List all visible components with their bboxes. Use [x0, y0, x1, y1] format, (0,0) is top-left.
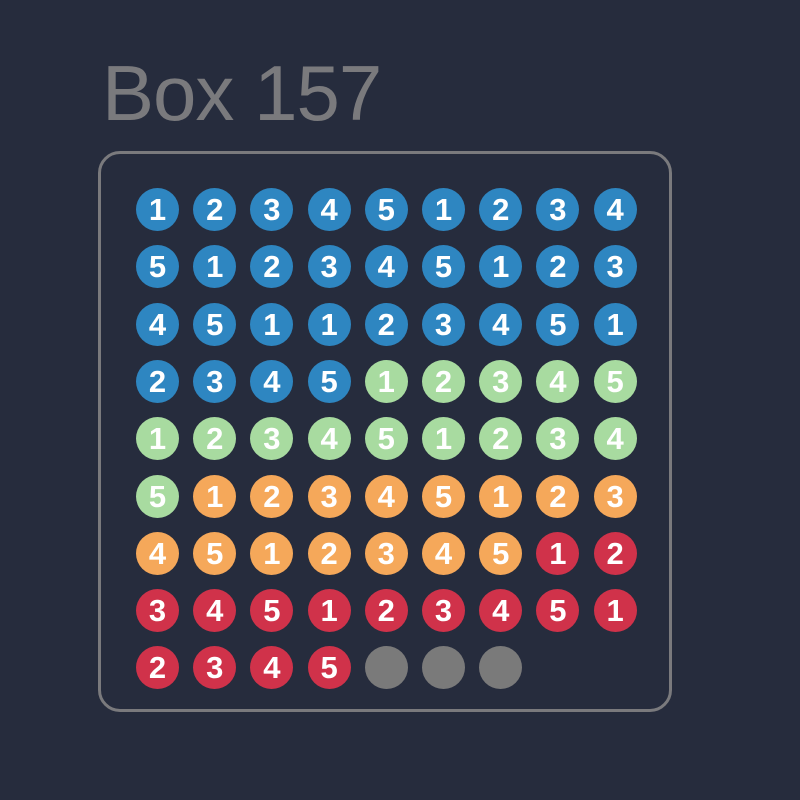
- slot-blue-3[interactable]: 3: [422, 302, 465, 346]
- slot-green-2[interactable]: 2: [479, 417, 523, 461]
- slot-green-3[interactable]: 3: [250, 417, 294, 461]
- slot-empty[interactable]: [364, 646, 408, 690]
- slot-blue-5[interactable]: 5: [193, 302, 237, 346]
- slot-green-5[interactable]: 5: [136, 474, 179, 518]
- slot-green-2[interactable]: 2: [193, 417, 237, 461]
- slot-blue-4[interactable]: 4: [307, 188, 351, 231]
- slot-orange-2[interactable]: 2: [307, 531, 351, 575]
- slot-blue-5[interactable]: 5: [422, 245, 465, 289]
- slot-green-1[interactable]: 1: [422, 417, 465, 461]
- slot-red-4[interactable]: 4: [193, 589, 237, 633]
- slot-blue-4[interactable]: 4: [250, 359, 294, 403]
- page: Box 157 12345123451234512345112345123451…: [0, 0, 800, 800]
- slot-orange-3[interactable]: 3: [307, 474, 351, 518]
- slot-empty[interactable]: [479, 646, 523, 690]
- slot-green-4[interactable]: 4: [307, 417, 351, 461]
- slot-orange-3[interactable]: 3: [364, 531, 408, 575]
- slot-orange-3[interactable]: 3: [593, 474, 637, 518]
- slot-blue-5[interactable]: 5: [136, 245, 179, 289]
- slot-orange-4[interactable]: 4: [136, 531, 179, 575]
- slot-orange-1[interactable]: 1: [193, 474, 237, 518]
- slot-blue-5[interactable]: 5: [364, 188, 408, 231]
- slot-orange-5[interactable]: 5: [422, 474, 465, 518]
- slot-red-1[interactable]: 1: [307, 589, 351, 633]
- slot-orange-1[interactable]: 1: [479, 474, 523, 518]
- slot-blue-4[interactable]: 4: [593, 188, 637, 231]
- slot-red-3[interactable]: 3: [193, 646, 237, 690]
- slot-blue-4[interactable]: 4: [479, 302, 523, 346]
- slot-green-1[interactable]: 1: [136, 417, 179, 461]
- slot-green-3[interactable]: 3: [479, 359, 523, 403]
- slot-red-1[interactable]: 1: [536, 531, 580, 575]
- slot-red-5[interactable]: 5: [536, 589, 580, 633]
- slot-orange-4[interactable]: 4: [422, 531, 465, 575]
- slot-orange-5[interactable]: 5: [193, 531, 237, 575]
- slot-blue-2[interactable]: 2: [364, 302, 408, 346]
- slot-blue-1[interactable]: 1: [479, 245, 523, 289]
- slot-blue-1[interactable]: 1: [193, 245, 237, 289]
- slot-green-1[interactable]: 1: [364, 359, 408, 403]
- slot-orange-5[interactable]: 5: [479, 531, 523, 575]
- slot-green-5[interactable]: 5: [593, 359, 637, 403]
- slot-red-3[interactable]: 3: [136, 589, 179, 633]
- slot-red-1[interactable]: 1: [593, 589, 637, 633]
- slot-green-2[interactable]: 2: [422, 359, 465, 403]
- slot-blue-5[interactable]: 5: [307, 359, 351, 403]
- slot-blue-1[interactable]: 1: [136, 188, 179, 231]
- slot-blue-1[interactable]: 1: [422, 188, 465, 231]
- slot-blue-2[interactable]: 2: [536, 245, 580, 289]
- slot-orange-1[interactable]: 1: [250, 531, 294, 575]
- slot-red-4[interactable]: 4: [250, 646, 294, 690]
- slot-red-4[interactable]: 4: [479, 589, 523, 633]
- slot-red-3[interactable]: 3: [422, 589, 465, 633]
- slot-orange-4[interactable]: 4: [364, 474, 408, 518]
- slot-blue-4[interactable]: 4: [136, 302, 179, 346]
- slot-blue-3[interactable]: 3: [193, 359, 237, 403]
- slot-blue-1[interactable]: 1: [307, 302, 351, 346]
- slot-blue-3[interactable]: 3: [593, 245, 637, 289]
- slot-blue-2[interactable]: 2: [250, 245, 294, 289]
- slot-blue-1[interactable]: 1: [593, 302, 637, 346]
- slot-blue-4[interactable]: 4: [364, 245, 408, 289]
- slot-blue-2[interactable]: 2: [136, 359, 179, 403]
- slot-empty[interactable]: [422, 646, 465, 690]
- slot-green-5[interactable]: 5: [364, 417, 408, 461]
- slot-orange-2[interactable]: 2: [250, 474, 294, 518]
- slot-blue-1[interactable]: 1: [250, 302, 294, 346]
- slot-blue-2[interactable]: 2: [479, 188, 523, 231]
- slot-blue-3[interactable]: 3: [250, 188, 294, 231]
- slot-blue-3[interactable]: 3: [307, 245, 351, 289]
- slot-red-2[interactable]: 2: [593, 531, 637, 575]
- slot-red-2[interactable]: 2: [136, 646, 179, 690]
- slot-orange-2[interactable]: 2: [536, 474, 580, 518]
- slot-blue-2[interactable]: 2: [193, 188, 237, 231]
- slot-grid: 1234512345123451234511234512345123451234…: [0, 0, 800, 800]
- slot-green-4[interactable]: 4: [593, 417, 637, 461]
- slot-blue-5[interactable]: 5: [536, 302, 580, 346]
- slot-red-2[interactable]: 2: [364, 589, 408, 633]
- slot-red-5[interactable]: 5: [250, 589, 294, 633]
- slot-blue-3[interactable]: 3: [536, 188, 580, 231]
- slot-green-4[interactable]: 4: [536, 359, 580, 403]
- slot-red-5[interactable]: 5: [307, 646, 351, 690]
- slot-green-3[interactable]: 3: [536, 417, 580, 461]
